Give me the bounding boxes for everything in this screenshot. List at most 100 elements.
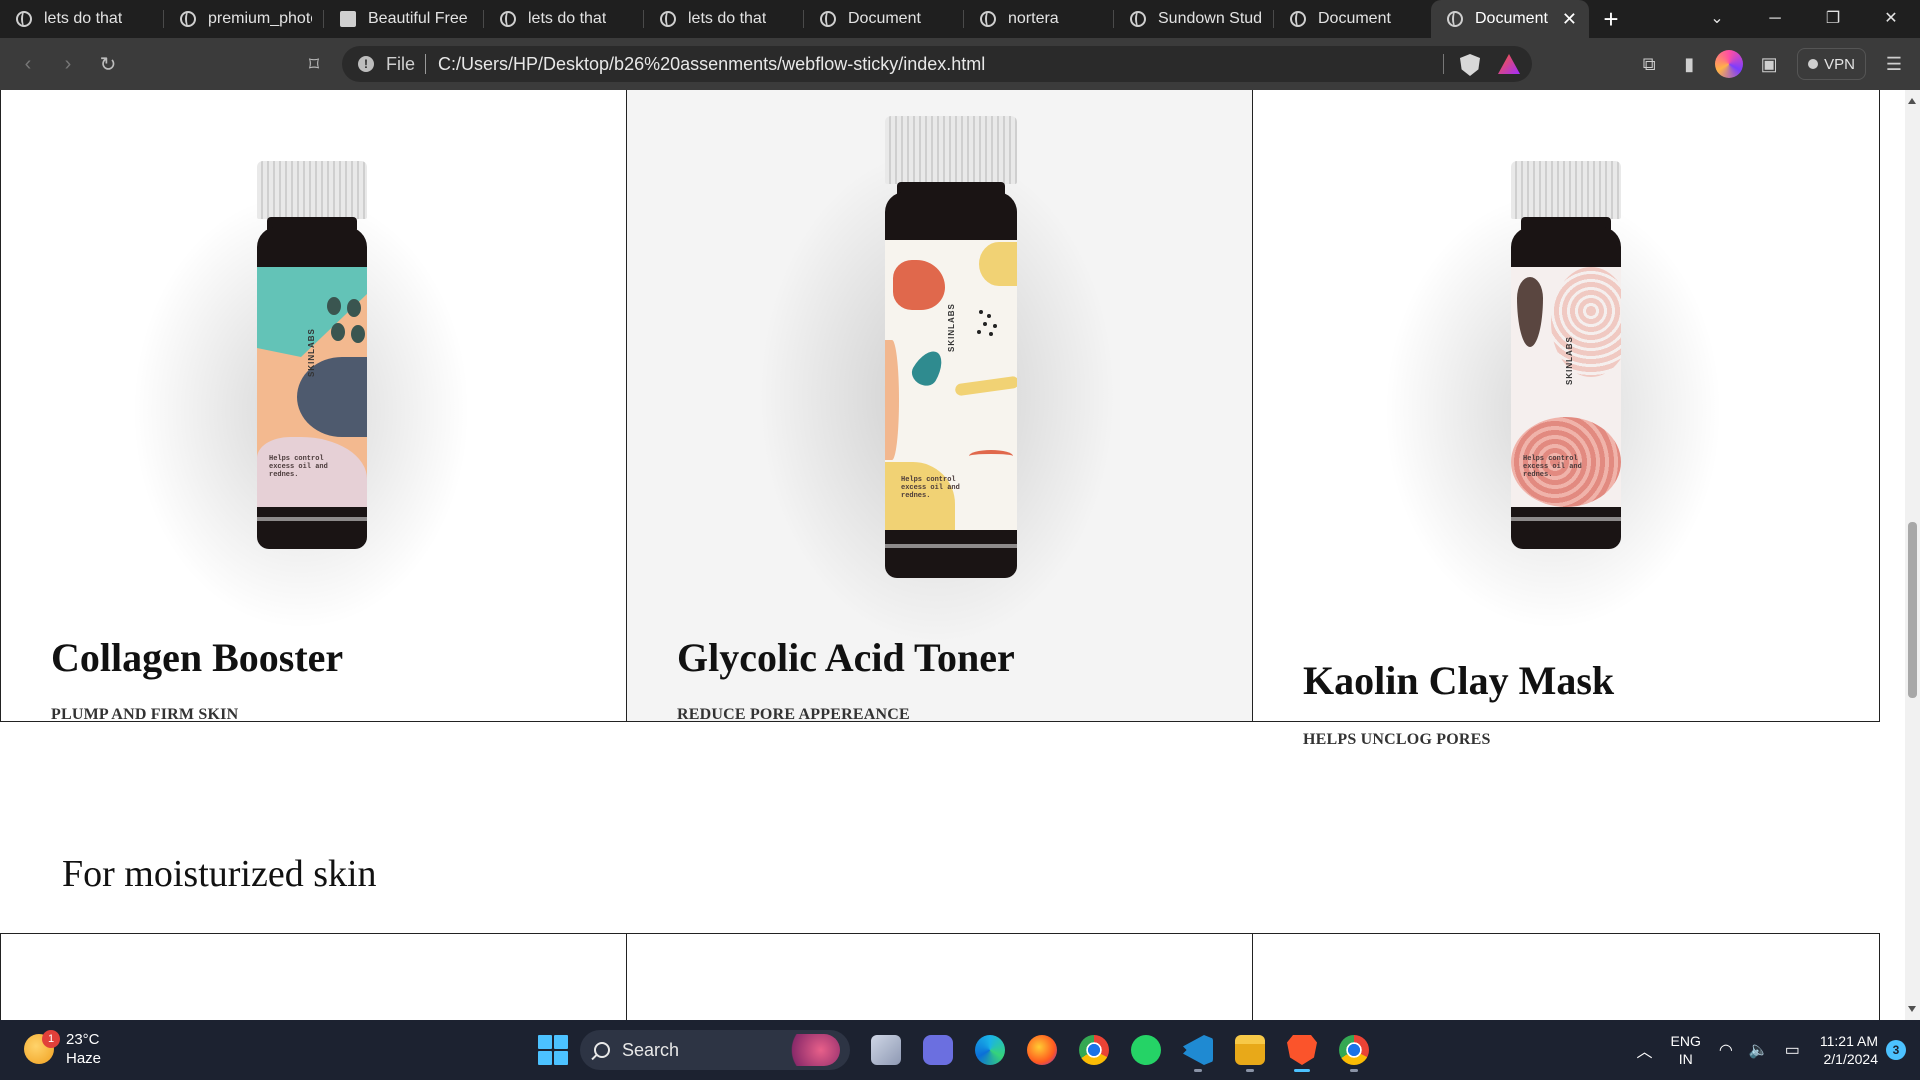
weather-badge: 1: [42, 1030, 60, 1048]
chrome-profile-icon[interactable]: [1328, 1028, 1380, 1072]
bottle-claim-text: Helps control excess oil and rednes.: [901, 476, 960, 500]
battery-icon[interactable]: ▭: [1785, 1040, 1800, 1060]
bottle-brand-label: SKINLABS: [307, 328, 316, 377]
bottle-claim-text: Helps control excess oil and rednes.: [1523, 455, 1582, 479]
product-eyebrow: REDUCE PORE APPEREANCE: [677, 706, 910, 723]
product-name[interactable]: Collagen Booster: [51, 634, 343, 681]
brave-browser-icon[interactable]: [1276, 1028, 1328, 1072]
clock-time: 11:21 AM: [1819, 1033, 1878, 1049]
product-name[interactable]: Kaolin Clay Mask: [1303, 657, 1614, 704]
product-card-glycolic-acid-toner[interactable]: SKINLABS Helps control excess oil and re…: [626, 90, 1253, 723]
chevron-up-icon[interactable]: ︿: [1637, 1038, 1653, 1062]
tab-4[interactable]: lets do that: [484, 0, 644, 38]
brave-rewards-icon[interactable]: [1498, 54, 1520, 74]
tab-3[interactable]: Beautiful Free Im: [324, 0, 484, 38]
clock[interactable]: 11:21 AM 2/1/2024: [1820, 1032, 1878, 1068]
scroll-up-arrow-icon[interactable]: [1908, 98, 1916, 104]
globe-icon: [16, 11, 32, 27]
window-controls: ⌄ ─ ❐ ✕: [1688, 0, 1920, 38]
firefox-icon[interactable]: [1016, 1028, 1068, 1072]
page-scrollbar[interactable]: [1905, 90, 1920, 1020]
tab-7[interactable]: nortera: [964, 0, 1114, 38]
close-window-icon[interactable]: ✕: [1862, 0, 1920, 38]
tab-2[interactable]: premium_photo-: [164, 0, 324, 38]
product-card-kaolin-clay-mask[interactable]: SKINLABS Helps control excess oil and re…: [1252, 90, 1880, 748]
language-indicator[interactable]: ENG IN: [1671, 1032, 1701, 1068]
globe-icon: [820, 11, 836, 27]
edge-icon[interactable]: [964, 1028, 1016, 1072]
brave-shield-icon[interactable]: [1460, 54, 1480, 76]
search-icon: [594, 1042, 610, 1058]
search-highlight-image: [776, 1034, 840, 1066]
windows-start-icon[interactable]: [538, 1035, 568, 1065]
bottle-claim-text: Helps control excess oil and rednes.: [269, 455, 328, 479]
product-card-next-1[interactable]: [0, 933, 627, 1020]
taskbar-apps: Search: [526, 1028, 1380, 1072]
globe-icon: [500, 11, 516, 27]
address-bar[interactable]: ! File C:/Users/HP/Desktop/b26%20assenme…: [342, 46, 1532, 82]
whatsapp-icon[interactable]: [1120, 1028, 1172, 1072]
scroll-down-arrow-icon[interactable]: [1908, 1006, 1916, 1012]
product-card-next-2[interactable]: [626, 933, 1253, 1020]
notification-badge[interactable]: 3: [1886, 1040, 1906, 1060]
vpn-label: VPN: [1824, 55, 1855, 73]
tab-search-chevron-icon[interactable]: ⌄: [1688, 0, 1746, 38]
product-image-kaolin-clay-mask: SKINLABS Helps control excess oil and re…: [1383, 161, 1723, 631]
system-tray: ︿ ENG IN ◠ 🔈 ▭ 11:21 AM 2/1/2024 3: [1629, 1020, 1920, 1080]
vscode-icon[interactable]: [1172, 1028, 1224, 1072]
search-label: Search: [622, 1039, 680, 1060]
file-explorer-icon[interactable]: [1224, 1028, 1276, 1072]
info-icon[interactable]: !: [358, 56, 374, 72]
product-card-collagen-booster[interactable]: SKINLABS Helps control excess oil and re…: [0, 90, 627, 723]
product-image-collagen-booster: SKINLABS Helps control excess oil and re…: [131, 161, 471, 631]
vpn-status-icon: [1808, 59, 1819, 69]
product-card-next-3[interactable]: [1252, 933, 1880, 1020]
menu-hamburger-icon[interactable]: ☰: [1874, 44, 1914, 84]
product-name[interactable]: Glycolic Acid Toner: [677, 634, 1015, 681]
minimize-icon[interactable]: ─: [1746, 0, 1804, 38]
scrollbar-thumb[interactable]: [1908, 522, 1917, 698]
taskbar-search-box[interactable]: Search: [580, 1030, 850, 1070]
wifi-icon[interactable]: ◠: [1719, 1040, 1733, 1060]
tab-6[interactable]: Document: [804, 0, 964, 38]
bottle-brand-label: SKINLABS: [1565, 336, 1574, 385]
tab-10-active[interactable]: Document ✕: [1431, 0, 1589, 38]
restore-icon[interactable]: ❐: [1804, 0, 1862, 38]
close-tab-icon[interactable]: ✕: [1548, 9, 1577, 30]
url-text[interactable]: C:/Users/HP/Desktop/b26%20assenments/web…: [438, 54, 985, 75]
product-eyebrow: HELPS UNCLOG PORES: [1303, 731, 1491, 748]
globe-icon: [980, 11, 996, 27]
tab-8[interactable]: Sundown Studio: [1114, 0, 1274, 38]
tab-5[interactable]: lets do that: [644, 0, 804, 38]
globe-icon: [1447, 11, 1463, 27]
bottle-brand-label: SKINLABS: [947, 303, 956, 352]
file-scheme-label: File: [386, 53, 416, 74]
page-viewport: SKINLABS Helps control excess oil and re…: [0, 90, 1905, 1020]
section-heading: For moisturized skin: [62, 853, 377, 895]
browser-toolbar: ‹ › ↻ ⌑ ! File C:/Users/HP/Desktop/b26%2…: [0, 38, 1920, 90]
reload-icon[interactable]: ↻: [88, 46, 128, 82]
weather-widget[interactable]: 1 23°C Haze: [24, 1030, 101, 1068]
tab-9[interactable]: Document: [1274, 0, 1431, 38]
new-tab-button[interactable]: +: [1589, 0, 1633, 38]
tab-1[interactable]: lets do that: [0, 0, 164, 38]
task-view-icon[interactable]: [860, 1028, 912, 1072]
forward-arrow-icon[interactable]: ›: [48, 46, 88, 82]
language-code: ENG: [1670, 1033, 1701, 1049]
chrome-icon[interactable]: [1068, 1028, 1120, 1072]
windows-taskbar: 1 23°C Haze Search ︿ ENG IN ◠ 🔈 ▭ 11:21 …: [0, 1020, 1920, 1080]
extensions-puzzle-icon[interactable]: ⧉: [1629, 44, 1669, 84]
back-arrow-icon[interactable]: ‹: [8, 46, 48, 82]
volume-icon[interactable]: 🔈: [1749, 1040, 1769, 1060]
product-eyebrow: PLUMP AND FIRM SKIN: [51, 706, 239, 723]
globe-icon: [180, 11, 196, 27]
bookmark-icon[interactable]: ⌑: [294, 46, 334, 82]
tab-strip: lets do that premium_photo- Beautiful Fr…: [0, 0, 1920, 38]
teams-chat-icon[interactable]: [912, 1028, 964, 1072]
sidebar-icon[interactable]: ▮: [1669, 44, 1709, 84]
vpn-button[interactable]: VPN: [1797, 48, 1866, 80]
wallet-icon[interactable]: ▣: [1749, 44, 1789, 84]
weather-condition: Haze: [66, 1050, 102, 1067]
profile-avatar[interactable]: [1709, 44, 1749, 84]
url-divider: [425, 54, 427, 74]
